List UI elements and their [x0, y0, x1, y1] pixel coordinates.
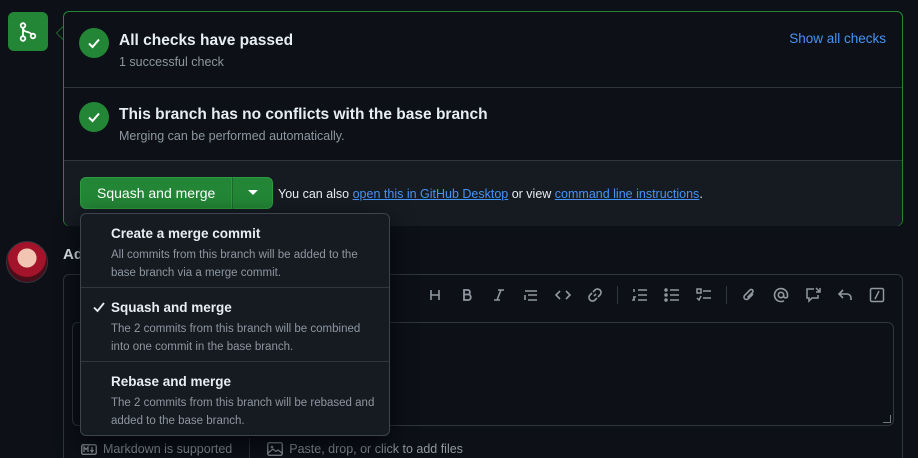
merge-method-dropdown-toggle[interactable] — [232, 177, 274, 209]
markdown-toolbar — [419, 284, 893, 306]
comment-footer: Markdown is supported Paste, drop, or cl… — [64, 435, 902, 458]
italic-icon[interactable] — [483, 284, 515, 306]
cross-reference-icon[interactable] — [797, 284, 829, 306]
menu-item-description: The 2 commits from this branch will be r… — [111, 397, 375, 427]
link-icon[interactable] — [579, 284, 611, 306]
menu-item-create-merge-commit[interactable]: Create a merge commit All commits from t… — [81, 214, 389, 288]
menu-item-title: Rebase and merge — [111, 374, 232, 389]
git-merge-icon — [8, 12, 48, 51]
command-line-instructions-link[interactable]: command line instructions — [555, 187, 700, 201]
or-view-text: or view — [508, 187, 555, 201]
conflicts-section: This branch has no conflicts with the ba… — [64, 88, 902, 161]
check-icon — [79, 28, 109, 58]
toolbar-divider — [617, 286, 618, 304]
suffix-text: . — [699, 187, 703, 201]
checks-title: All checks have passed — [119, 32, 294, 49]
merge-split-button: Squash and merge — [80, 177, 274, 209]
ordered-list-icon[interactable] — [624, 284, 656, 306]
add-files-button[interactable]: Paste, drop, or click to add files — [250, 442, 463, 456]
reply-icon[interactable] — [829, 284, 861, 306]
menu-item-title: Squash and merge — [111, 300, 232, 315]
alternate-merge-text: You can also open this in GitHub Desktop… — [278, 187, 703, 201]
triangle-down-icon — [247, 190, 258, 195]
menu-item-description: All commits from this branch will be add… — [111, 249, 358, 279]
bold-icon[interactable] — [451, 284, 483, 306]
resize-handle-icon[interactable] — [883, 415, 891, 423]
avatar[interactable] — [6, 241, 48, 283]
task-list-icon[interactable] — [688, 284, 720, 306]
menu-item-rebase-and-merge[interactable]: Rebase and merge The 2 commits from this… — [81, 362, 389, 435]
markdown-label: Markdown is supported — [103, 442, 233, 456]
toolbar-divider — [726, 286, 727, 304]
unordered-list-icon[interactable] — [656, 284, 688, 306]
markdown-supported-link[interactable]: Markdown is supported — [64, 442, 232, 456]
check-icon — [79, 102, 109, 132]
heading-icon[interactable] — [419, 284, 451, 306]
menu-item-description: The 2 commits from this branch will be c… — [111, 323, 361, 353]
checkmark-icon — [93, 300, 105, 316]
attach-icon[interactable] — [733, 284, 765, 306]
checks-section: All checks have passed 1 successful chec… — [64, 12, 902, 88]
conflicts-subtitle: Merging can be performed automatically. — [119, 129, 345, 143]
conflicts-title: This branch has no conflicts with the ba… — [119, 106, 488, 123]
menu-item-title: Create a merge commit — [111, 226, 261, 241]
merge-method-menu: Create a merge commit All commits from t… — [80, 213, 390, 436]
image-icon — [267, 442, 284, 456]
checks-subtitle: 1 successful check — [119, 55, 224, 69]
quote-icon[interactable] — [515, 284, 547, 306]
mention-icon[interactable] — [765, 284, 797, 306]
markdown-icon — [81, 443, 97, 455]
open-github-desktop-link[interactable]: open this in GitHub Desktop — [353, 187, 509, 201]
menu-item-squash-and-merge[interactable]: Squash and merge The 2 commits from this… — [81, 288, 389, 362]
also-prefix-text: You can also — [278, 187, 353, 201]
merge-box-pointer — [56, 26, 63, 40]
show-all-checks-link[interactable]: Show all checks — [789, 31, 886, 46]
squash-and-merge-button[interactable]: Squash and merge — [80, 177, 233, 209]
code-icon[interactable] — [547, 284, 579, 306]
add-files-label: Paste, drop, or click to add files — [289, 442, 463, 456]
slash-command-icon[interactable] — [861, 284, 893, 306]
merge-status-box: All checks have passed 1 successful chec… — [63, 11, 903, 226]
